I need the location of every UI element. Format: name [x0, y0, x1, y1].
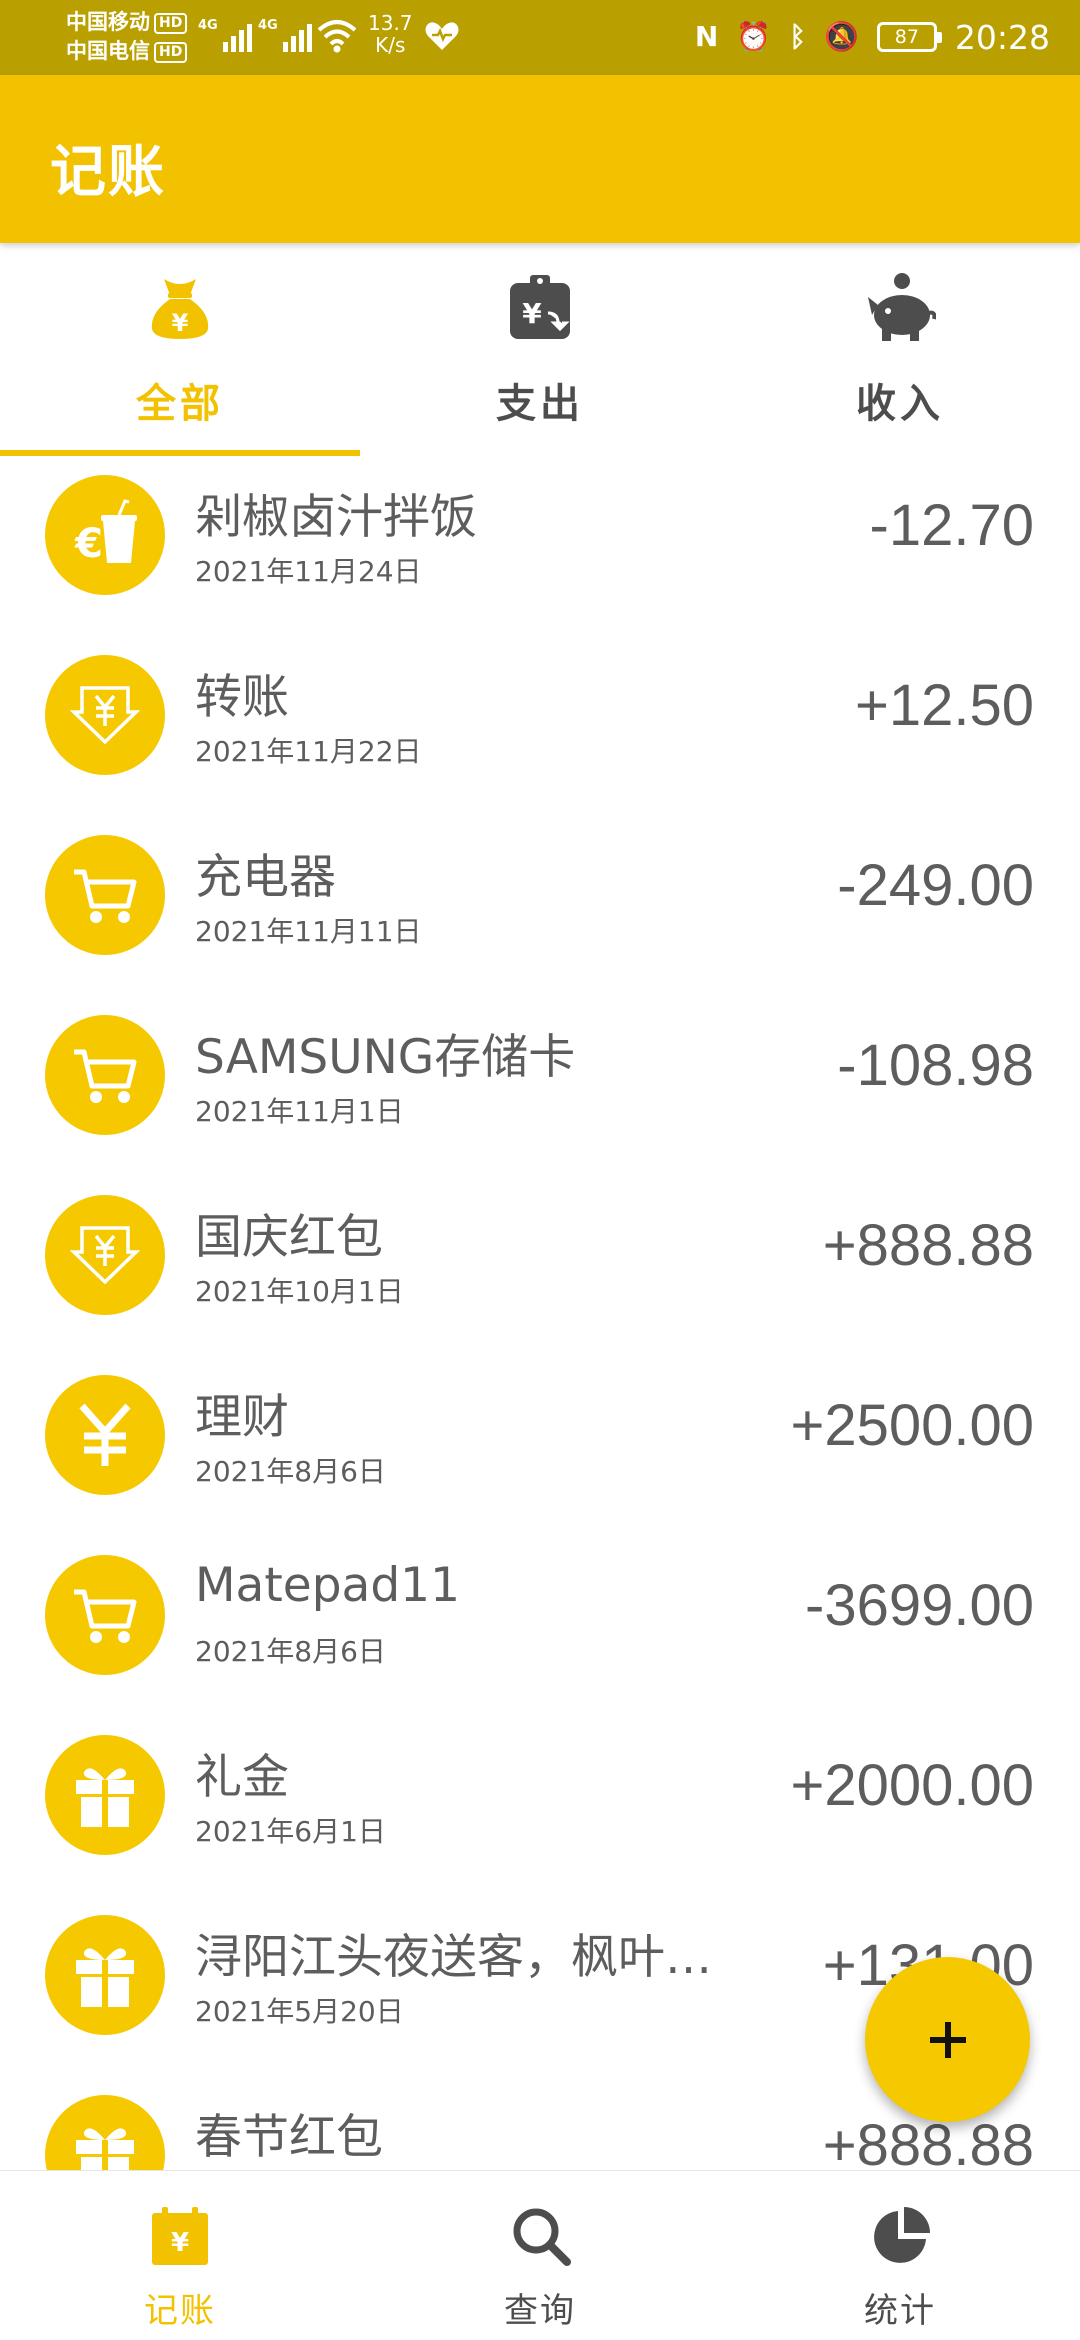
record-date: 2021年8月6日 — [195, 1635, 386, 1668]
app-bar: 记账 — [0, 75, 1080, 243]
gift-icon — [45, 1915, 165, 2035]
tab-label: 收入 — [856, 381, 944, 427]
health-heart-icon — [425, 22, 459, 50]
search-icon — [513, 2208, 571, 2266]
food-drink-icon: € — [45, 475, 165, 595]
list-item[interactable]: 理财 2021年8月6日 +2500.00 — [0, 1352, 1080, 1532]
list-item[interactable]: SAMSUNG存储卡 2021年11月1日 -108.98 — [0, 992, 1080, 1172]
alarm-icon: ⏰ — [736, 20, 772, 53]
record-date: 2021年11月1日 — [195, 1095, 404, 1128]
record-amount: +12.50 — [854, 673, 1034, 738]
bottom-nav: ¥ 记账 查询 统计 — [0, 2170, 1080, 2340]
status-right: N ⏰ ᛒ 🔕 87 20:28 — [695, 12, 1050, 62]
plus-icon — [929, 2021, 966, 2058]
mute-bell-icon: 🔕 — [824, 20, 859, 53]
record-amount: -249.00 — [837, 853, 1034, 918]
list-item[interactable]: 充电器 2021年11月11日 -249.00 — [0, 812, 1080, 992]
record-amount: -12.70 — [869, 493, 1034, 558]
record-amount: -108.98 — [837, 1033, 1034, 1098]
list-item[interactable]: € 剁椒卤汁拌饭 2021年11月24日 -12.70 — [0, 458, 1080, 632]
carrier-2: 中国电信 — [66, 39, 150, 63]
nav-search[interactable]: 查询 — [360, 2171, 720, 2340]
gift-icon — [45, 2095, 165, 2170]
tab-active-indicator — [0, 450, 360, 456]
record-title: Matepad11 — [195, 1558, 460, 1613]
record-amount: +2000.00 — [790, 1753, 1034, 1818]
nav-label: 记账 — [144, 2291, 216, 2331]
record-date: 2021年11月24日 — [195, 555, 422, 588]
tab-bar: ¥ 全部 ¥ 支出 收入 — [0, 243, 1080, 458]
tab-expense[interactable]: ¥ 支出 — [360, 243, 720, 458]
carrier-info: 中国移动 HD 中国电信 HD — [66, 8, 188, 66]
transfer-in-icon — [45, 655, 165, 775]
carrier-1: 中国移动 — [66, 10, 150, 34]
record-amount: +888.88 — [822, 1213, 1034, 1278]
wifi-icon — [317, 20, 357, 53]
tab-income[interactable]: 收入 — [720, 243, 1080, 458]
ledger-icon: ¥ — [152, 2207, 208, 2265]
svg-text:¥: ¥ — [522, 297, 542, 330]
hd-badge: HD — [154, 12, 188, 34]
bluetooth-icon: ᛒ — [789, 20, 807, 53]
shopping-cart-icon — [45, 1015, 165, 1135]
svg-text:¥: ¥ — [172, 309, 189, 337]
shopping-cart-icon — [45, 835, 165, 955]
record-title: 剁椒卤汁拌饭 — [195, 490, 477, 545]
clock: 20:28 — [954, 17, 1050, 57]
gift-icon — [45, 1735, 165, 1855]
record-date: 2021年11月22日 — [195, 735, 422, 768]
hd-badge: HD — [154, 41, 188, 63]
yen-icon — [45, 1375, 165, 1495]
record-amount: -3699.00 — [805, 1573, 1034, 1638]
list-item[interactable]: Matepad11 2021年8月6日 -3699.00 — [0, 1532, 1080, 1712]
nav-label: 查询 — [504, 2291, 576, 2331]
record-date: 2021年5月20日 — [195, 1995, 404, 2028]
page-title: 记账 — [50, 140, 166, 205]
piggy-bank-icon — [868, 273, 936, 341]
tab-all[interactable]: ¥ 全部 — [0, 243, 360, 458]
record-date: 2021年8月6日 — [195, 1455, 386, 1488]
battery-indicator: 87 — [876, 22, 942, 52]
money-bag-icon: ¥ — [151, 279, 209, 339]
signal-icon: 4G — [198, 18, 252, 52]
svg-text:€: € — [74, 521, 103, 567]
list-item[interactable]: 转账 2021年11月22日 +12.50 — [0, 632, 1080, 812]
record-title: 转账 — [195, 670, 289, 725]
wallet-expense-icon: ¥ — [510, 275, 570, 339]
nav-label: 统计 — [864, 2291, 936, 2331]
record-title: 春节红包 — [195, 2110, 383, 2165]
nav-statistics[interactable]: 统计 — [720, 2171, 1080, 2340]
record-list[interactable]: € 剁椒卤汁拌饭 2021年11月24日 -12.70 转账 2021年11月2… — [0, 458, 1080, 2170]
svg-text:¥: ¥ — [171, 2228, 189, 2258]
list-item[interactable]: 礼金 2021年6月1日 +2000.00 — [0, 1712, 1080, 1892]
tab-label: 全部 — [136, 381, 224, 427]
record-title: 礼金 — [195, 1750, 289, 1805]
transfer-in-icon — [45, 1195, 165, 1315]
record-title: 国庆红包 — [195, 1210, 383, 1265]
record-amount: +888.88 — [822, 2113, 1034, 2170]
network-speed: 13.7 K/s — [368, 11, 413, 57]
add-record-button[interactable] — [865, 1957, 1030, 2122]
record-amount: +2500.00 — [790, 1393, 1034, 1458]
record-title: 理财 — [195, 1390, 289, 1445]
tab-label: 支出 — [496, 381, 584, 427]
nfc-icon: N — [694, 20, 719, 53]
record-date: 2021年6月1日 — [195, 1815, 386, 1848]
record-date: 2021年10月1日 — [195, 1275, 404, 1308]
shopping-cart-icon — [45, 1555, 165, 1675]
record-title: 充电器 — [195, 850, 336, 905]
pie-chart-icon — [874, 2207, 930, 2263]
nav-ledger[interactable]: ¥ 记账 — [0, 2171, 360, 2340]
record-title: 浔阳江头夜送客，枫叶… — [195, 1930, 712, 1985]
status-bar: 中国移动 HD 中国电信 HD 4G 4G 13.7 K/s N ⏰ ᛒ 🔕 87 … — [0, 0, 1080, 75]
record-title: SAMSUNG存储卡 — [195, 1030, 576, 1085]
list-item[interactable]: 国庆红包 2021年10月1日 +888.88 — [0, 1172, 1080, 1352]
signal-icon: 4G — [258, 18, 312, 52]
record-date: 2021年11月11日 — [195, 915, 422, 948]
